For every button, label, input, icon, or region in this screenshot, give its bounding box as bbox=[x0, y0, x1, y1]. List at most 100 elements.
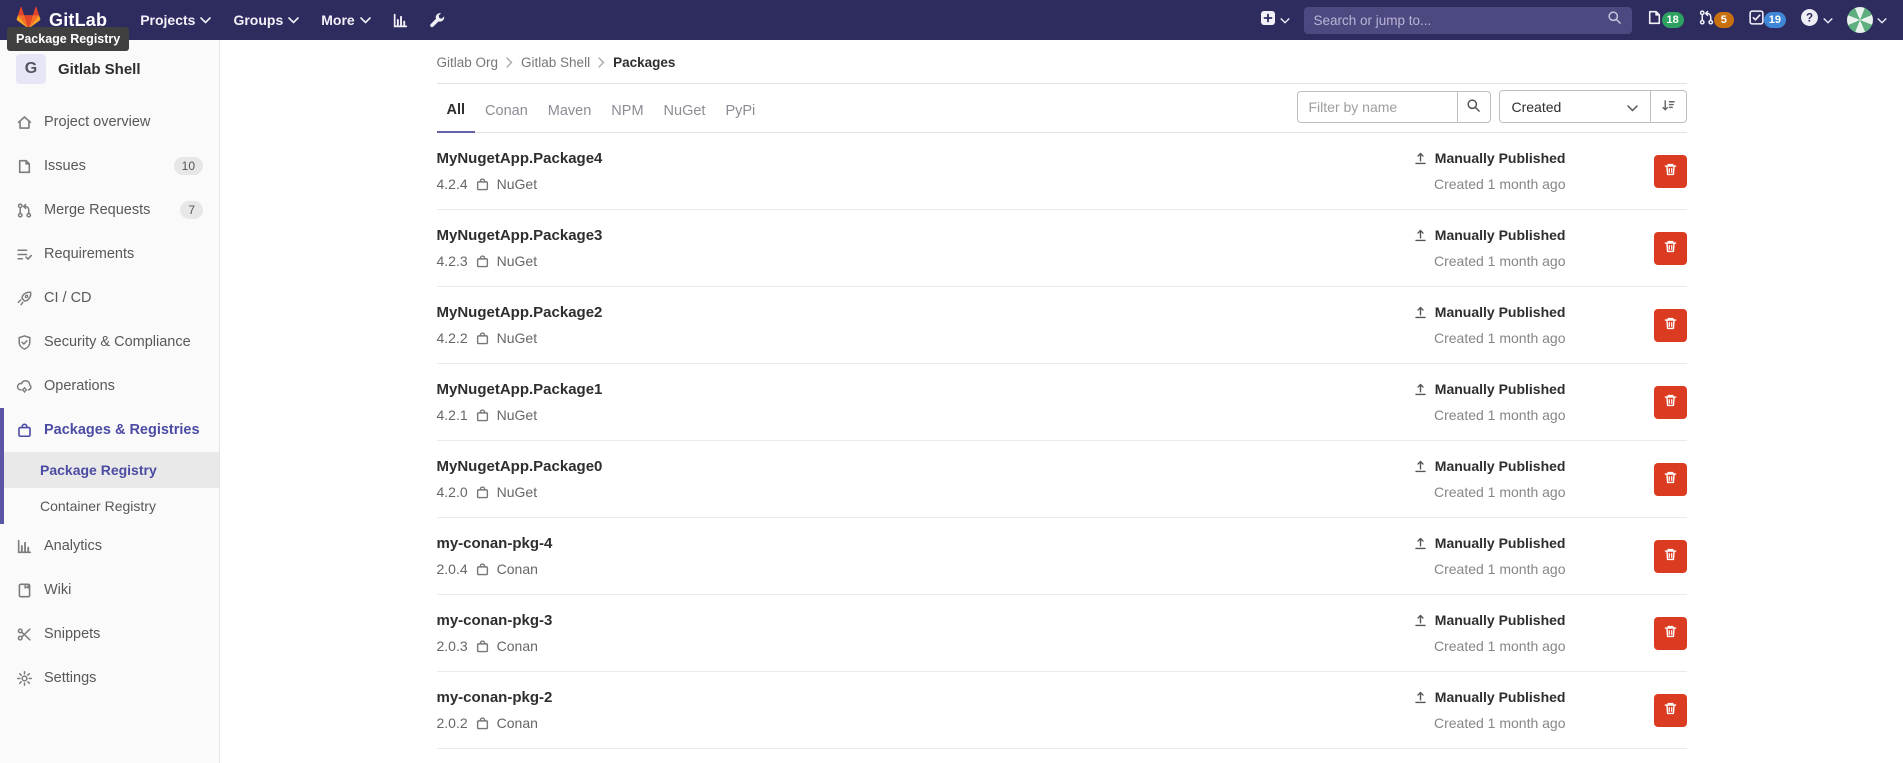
delete-package-button[interactable] bbox=[1654, 617, 1687, 650]
package-name-link[interactable]: MyNugetApp.Package3 bbox=[437, 227, 603, 244]
delete-package-button[interactable] bbox=[1654, 309, 1687, 342]
sidebar-item-security-compliance[interactable]: Security & Compliance bbox=[0, 320, 219, 364]
package-status: Manually Published bbox=[1435, 689, 1566, 705]
todos-button[interactable]: 19 bbox=[1748, 9, 1786, 31]
package-name-link[interactable]: MyNugetApp.Package0 bbox=[437, 458, 603, 475]
sidebar-item-issues[interactable]: Issues 10 bbox=[0, 144, 219, 188]
package-created: Created 1 month ago bbox=[1413, 715, 1566, 731]
breadcrumb: Gitlab Org Gitlab Shell Packages bbox=[437, 40, 1687, 84]
tab-nuget[interactable]: NuGet bbox=[654, 89, 716, 132]
more-menu[interactable]: More bbox=[310, 0, 381, 40]
sidebar-item-packages-registries[interactable]: Packages & Registries bbox=[4, 408, 219, 452]
sidebar-item-label: Merge Requests bbox=[44, 202, 150, 218]
package-created: Created 1 month ago bbox=[1413, 484, 1566, 500]
sidebar-item-requirements[interactable]: Requirements bbox=[0, 232, 219, 276]
plus-square-icon bbox=[1260, 10, 1276, 31]
sidebar-item-snippets[interactable]: Snippets bbox=[0, 612, 219, 656]
trash-icon bbox=[1663, 470, 1678, 488]
breadcrumb-gitlab-org[interactable]: Gitlab Org bbox=[437, 55, 499, 70]
help-menu-button[interactable]: ? bbox=[1800, 8, 1833, 32]
package-created: Created 1 month ago bbox=[1413, 330, 1566, 346]
shield-icon bbox=[16, 334, 33, 351]
sidebar-item-operations[interactable]: Operations bbox=[0, 364, 219, 408]
package-icon bbox=[475, 639, 490, 654]
filter-by-name-input[interactable] bbox=[1297, 91, 1457, 123]
package-row: MyNugetApp.Package0 4.2.0 NuGet Manually… bbox=[437, 441, 1687, 518]
package-name-link[interactable]: MyNugetApp.Package4 bbox=[437, 150, 603, 167]
package-type-tabs: All Conan Maven NPM NuGet PyPi Creat bbox=[437, 84, 1687, 133]
package-version: 4.2.3 bbox=[437, 253, 468, 269]
package-row: MyNugetApp.Package2 4.2.2 NuGet Manually… bbox=[437, 287, 1687, 364]
sidebar-item-settings[interactable]: Settings bbox=[0, 656, 219, 700]
delete-package-button[interactable] bbox=[1654, 232, 1687, 265]
wiki-book-icon bbox=[16, 582, 33, 599]
search-icon bbox=[1466, 98, 1481, 116]
more-menu-label: More bbox=[321, 12, 354, 28]
upload-icon bbox=[1413, 459, 1428, 474]
tab-all[interactable]: All bbox=[437, 88, 476, 133]
package-info: my-conan-pkg-2 2.0.2 Conan bbox=[437, 689, 1413, 731]
package-row: MyNugetApp.Package4 4.2.4 NuGet Manually… bbox=[437, 133, 1687, 210]
delete-package-button[interactable] bbox=[1654, 540, 1687, 573]
delete-package-button[interactable] bbox=[1654, 463, 1687, 496]
trash-icon bbox=[1663, 162, 1678, 180]
package-info: MyNugetApp.Package0 4.2.0 NuGet bbox=[437, 458, 1413, 500]
tab-maven[interactable]: Maven bbox=[538, 89, 602, 132]
package-version: 4.2.2 bbox=[437, 330, 468, 346]
sidebar-item-ci-cd[interactable]: CI / CD bbox=[0, 276, 219, 320]
new-menu-button[interactable] bbox=[1260, 10, 1290, 31]
merge-requests-count-badge: 5 bbox=[1714, 12, 1734, 28]
package-info: MyNugetApp.Package2 4.2.2 NuGet bbox=[437, 304, 1413, 346]
package-type: NuGet bbox=[497, 407, 537, 423]
sidebar-item-label: Project overview bbox=[44, 114, 150, 130]
package-status-block: Manually Published Created 1 month ago bbox=[1413, 689, 1566, 731]
charts-icon[interactable] bbox=[382, 0, 419, 40]
avatar bbox=[1847, 7, 1873, 33]
package-version: 2.0.2 bbox=[437, 715, 468, 731]
user-menu-button[interactable] bbox=[1847, 7, 1887, 33]
delete-package-button[interactable] bbox=[1654, 155, 1687, 188]
sort-descending-icon bbox=[1661, 98, 1676, 116]
tab-conan[interactable]: Conan bbox=[475, 89, 538, 132]
tab-npm[interactable]: NPM bbox=[601, 89, 653, 132]
sort-by-select[interactable]: Created bbox=[1499, 90, 1651, 123]
package-meta: 2.0.3 Conan bbox=[437, 638, 1413, 654]
chevron-right-icon bbox=[598, 57, 605, 68]
sidebar-subitem-package-registry[interactable]: Package Registry bbox=[4, 452, 219, 488]
filter-search-button[interactable] bbox=[1457, 91, 1491, 123]
package-icon bbox=[475, 716, 490, 731]
search-input[interactable] bbox=[1314, 13, 1607, 28]
groups-menu[interactable]: Groups bbox=[222, 0, 310, 40]
package-name-link[interactable]: my-conan-pkg-2 bbox=[437, 689, 553, 706]
issues-dashboard-button[interactable]: 18 bbox=[1646, 9, 1684, 31]
package-name-link[interactable]: MyNugetApp.Package2 bbox=[437, 304, 603, 321]
sort-direction-button[interactable] bbox=[1651, 90, 1687, 123]
sidebar-subitem-container-registry[interactable]: Container Registry bbox=[4, 488, 219, 524]
chevron-down-icon bbox=[288, 17, 299, 24]
package-row: MyNugetApp.Package1 4.2.1 NuGet Manually… bbox=[437, 364, 1687, 441]
merge-request-icon bbox=[1698, 9, 1715, 31]
delete-package-button[interactable] bbox=[1654, 386, 1687, 419]
package-info: MyNugetApp.Package1 4.2.1 NuGet bbox=[437, 381, 1413, 423]
package-name-link[interactable]: my-conan-pkg-4 bbox=[437, 535, 553, 552]
sidebar-item-analytics[interactable]: Analytics bbox=[0, 524, 219, 568]
admin-wrench-icon[interactable] bbox=[419, 0, 456, 40]
delete-package-button[interactable] bbox=[1654, 694, 1687, 727]
breadcrumb-gitlab-shell[interactable]: Gitlab Shell bbox=[521, 55, 590, 70]
projects-menu[interactable]: Projects bbox=[129, 0, 222, 40]
package-info: MyNugetApp.Package3 4.2.3 NuGet bbox=[437, 227, 1413, 269]
package-name-link[interactable]: my-conan-pkg-3 bbox=[437, 612, 553, 629]
package-type: Conan bbox=[497, 561, 538, 577]
merge-requests-dashboard-button[interactable]: 5 bbox=[1698, 9, 1734, 31]
sidebar-item-project-overview[interactable]: Project overview bbox=[0, 100, 219, 144]
tab-pypi[interactable]: PyPi bbox=[715, 89, 765, 132]
sidebar-item-label: Operations bbox=[44, 378, 115, 394]
package-status-block: Manually Published Created 1 month ago bbox=[1413, 381, 1566, 423]
sidebar-item-wiki[interactable]: Wiki bbox=[0, 568, 219, 612]
package-name-link[interactable]: MyNugetApp.Package1 bbox=[437, 381, 603, 398]
sidebar-item-merge-requests[interactable]: Merge Requests 7 bbox=[0, 188, 219, 232]
sidebar-item-label: Issues bbox=[44, 158, 86, 174]
package-status: Manually Published bbox=[1435, 304, 1566, 320]
upload-icon bbox=[1413, 613, 1428, 628]
package-info: my-conan-pkg-4 2.0.4 Conan bbox=[437, 535, 1413, 577]
